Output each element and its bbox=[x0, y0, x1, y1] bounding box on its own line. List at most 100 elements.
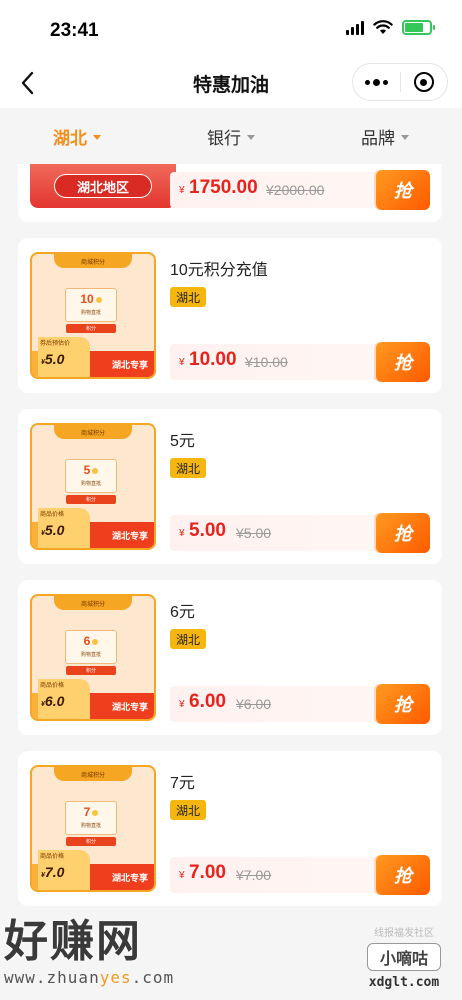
thumbnail-region-label: 湖北专享 bbox=[111, 873, 148, 883]
watermark-small-text: 线报福发社区 bbox=[374, 928, 434, 939]
thumbnail-header: 商城积分 bbox=[54, 425, 132, 439]
more-icon[interactable] bbox=[353, 64, 400, 100]
filter-bank-label: 银行 bbox=[207, 128, 241, 148]
original-price: ¥2000.00 bbox=[266, 182, 325, 198]
thumbnail-price: ¥6.0 bbox=[41, 693, 65, 709]
thumbnail-header: 商城积分 bbox=[54, 254, 132, 268]
product-thumbnail: 商城积分 6 购物直抵 积分 商品价格 ¥6.0 湖北专享 bbox=[30, 594, 156, 721]
filter-bank[interactable]: 银行 bbox=[154, 108, 308, 164]
cellular-signal-icon bbox=[346, 20, 364, 35]
thumbnail-price: ¥7.0 bbox=[41, 864, 65, 880]
grab-button[interactable]: 抢 bbox=[376, 170, 430, 210]
coupon-value: 5 bbox=[66, 463, 116, 477]
coupon-value: 7 bbox=[66, 805, 116, 819]
coupon-label: 积分 bbox=[66, 837, 116, 846]
coupon-subtext: 购物直抵 bbox=[80, 652, 101, 658]
coupon-value: 10 bbox=[66, 292, 116, 306]
product-card[interactable]: 商城积分 10 购物直抵 积分 券后预估价 ¥5.0 湖北专享 10元积分充值 … bbox=[18, 238, 442, 393]
grab-button[interactable]: 抢 bbox=[376, 855, 430, 895]
product-thumbnail: 商城积分 10 购物直抵 积分 券后预估价 ¥5.0 湖北专享 bbox=[30, 252, 156, 379]
chevron-down-icon bbox=[401, 134, 409, 140]
region-tag: 湖北 bbox=[170, 629, 206, 649]
product-card[interactable]: 商城积分 5 购物直抵 积分 商品价格 ¥5.0 湖北专享 5元 湖北 ¥ 5.… bbox=[18, 409, 442, 564]
original-price: ¥5.00 bbox=[236, 525, 272, 541]
price-box: ¥ 1750.00 ¥2000.00 抢 bbox=[170, 170, 430, 210]
region-banner-image: 湖北地区 bbox=[30, 164, 176, 208]
filter-region[interactable]: 湖北 bbox=[0, 108, 154, 164]
grab-button[interactable]: 抢 bbox=[376, 684, 430, 724]
thumbnail-header: 商城积分 bbox=[54, 596, 132, 610]
status-icons bbox=[346, 20, 435, 35]
thumbnail-price-label: 商品价格 bbox=[40, 683, 65, 689]
filter-region-label: 湖北 bbox=[53, 128, 87, 148]
currency-symbol: ¥ bbox=[179, 185, 185, 196]
status-bar: 23:41 bbox=[0, 0, 462, 58]
watermark-url-post: .com bbox=[131, 968, 175, 987]
currency-symbol: ¥ bbox=[179, 699, 185, 710]
price-box: ¥ 6.00 ¥6.00 抢 bbox=[170, 684, 430, 724]
coupon-label: 积分 bbox=[66, 495, 116, 504]
coupon-label: 积分 bbox=[66, 324, 116, 333]
coupon-graphic: 6 购物直抵 积分 bbox=[65, 630, 119, 675]
product-card[interactable]: 商城积分 7 购物直抵 积分 商品价格 ¥7.0 湖北专享 7元 湖北 ¥ 7.… bbox=[18, 751, 442, 906]
battery-icon bbox=[402, 20, 435, 35]
price-box: ¥ 5.00 ¥5.00 抢 bbox=[170, 513, 430, 553]
thumbnail-footer: 商品价格 ¥6.0 湖北专享 bbox=[32, 679, 154, 719]
watermark-url-pre: www.zhuan bbox=[4, 968, 100, 987]
community-watermark: 线报福发社区 小嘀咕 xdglt.com bbox=[354, 924, 454, 990]
watermark-box-text: 小嘀咕 bbox=[367, 943, 441, 971]
chevron-down-icon bbox=[247, 134, 255, 140]
current-price: 10.00 bbox=[189, 349, 237, 370]
currency-symbol: ¥ bbox=[179, 528, 185, 539]
price-box: ¥ 7.00 ¥7.00 抢 bbox=[170, 855, 430, 895]
product-thumbnail: 商城积分 5 购物直抵 积分 商品价格 ¥5.0 湖北专享 bbox=[30, 423, 156, 550]
coupon-graphic: 10 购物直抵 积分 bbox=[65, 288, 119, 333]
watermark-url: www.zhuanyes.com bbox=[4, 968, 174, 987]
thumbnail-price-label: 商品价格 bbox=[40, 854, 65, 860]
region-tag: 湖北 bbox=[170, 287, 206, 307]
current-price: 1750.00 bbox=[189, 177, 258, 198]
product-title: 5元 bbox=[170, 433, 195, 450]
region-tag: 湖北 bbox=[170, 458, 206, 478]
current-price: 7.00 bbox=[189, 862, 226, 883]
nav-bar: 特惠加油 bbox=[0, 58, 462, 108]
product-card-partial[interactable]: 湖北地区 ¥ 1750.00 ¥2000.00 抢 bbox=[18, 164, 442, 222]
thumbnail-price: ¥5.0 bbox=[41, 522, 65, 538]
coupon-subtext: 购物直抵 bbox=[80, 310, 101, 316]
product-title: 10元积分充值 bbox=[170, 262, 268, 279]
original-price: ¥10.00 bbox=[245, 354, 288, 370]
product-card[interactable]: 商城积分 6 购物直抵 积分 商品价格 ¥6.0 湖北专享 6元 湖北 ¥ 6.… bbox=[18, 580, 442, 735]
watermark-url-mid: yes bbox=[99, 968, 132, 987]
thumbnail-header: 商城积分 bbox=[54, 767, 132, 781]
watermark-brand: 好赚网 bbox=[4, 917, 142, 966]
thumbnail-region-label: 湖北专享 bbox=[111, 360, 148, 370]
region-tag: 湖北 bbox=[170, 800, 206, 820]
current-price: 5.00 bbox=[189, 520, 226, 541]
coupon-subtext: 购物直抵 bbox=[80, 823, 101, 829]
site-watermark: 好赚网 www.zhuanyes.com bbox=[4, 916, 174, 987]
product-title: 7元 bbox=[170, 775, 195, 792]
product-thumbnail: 商城积分 7 购物直抵 积分 商品价格 ¥7.0 湖北专享 bbox=[30, 765, 156, 892]
coupon-graphic: 7 购物直抵 积分 bbox=[65, 801, 119, 846]
original-price: ¥6.00 bbox=[236, 696, 272, 712]
coupon-value: 6 bbox=[66, 634, 116, 648]
region-banner-badge: 湖北地区 bbox=[54, 174, 152, 198]
watermark-domain: xdglt.com bbox=[368, 975, 440, 990]
wifi-icon bbox=[373, 20, 393, 34]
close-target-icon[interactable] bbox=[400, 64, 447, 100]
filter-brand[interactable]: 品牌 bbox=[308, 108, 462, 164]
status-time: 23:41 bbox=[50, 20, 99, 41]
grab-button[interactable]: 抢 bbox=[376, 513, 430, 553]
thumbnail-price: ¥5.0 bbox=[41, 351, 65, 367]
product-title: 6元 bbox=[170, 604, 195, 621]
price-box: ¥ 10.00 ¥10.00 抢 bbox=[170, 342, 430, 382]
thumbnail-footer: 券后预估价 ¥5.0 湖北专享 bbox=[32, 337, 154, 377]
filter-bar: 湖北 银行 品牌 bbox=[0, 108, 462, 164]
current-price: 6.00 bbox=[189, 691, 226, 712]
thumbnail-footer: 商品价格 ¥7.0 湖北专享 bbox=[32, 850, 154, 890]
thumbnail-region-label: 湖北专享 bbox=[111, 702, 148, 712]
grab-button[interactable]: 抢 bbox=[376, 342, 430, 382]
original-price: ¥7.00 bbox=[236, 867, 272, 883]
chevron-down-icon bbox=[93, 134, 101, 140]
coupon-graphic: 5 购物直抵 积分 bbox=[65, 459, 119, 504]
